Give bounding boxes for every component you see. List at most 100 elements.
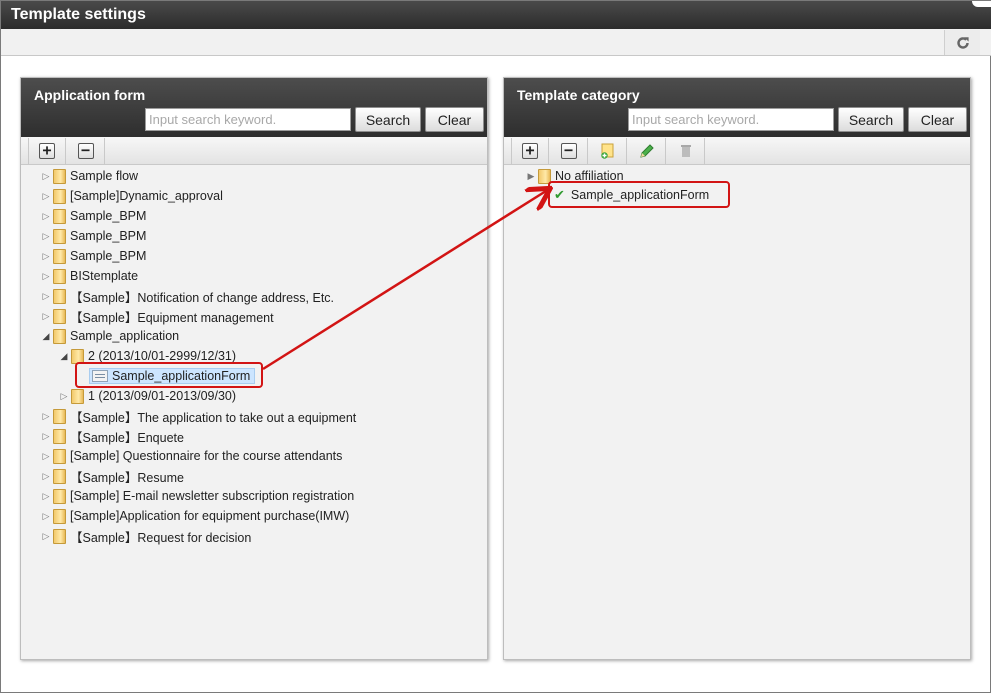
tree-node-label: Sample_application: [70, 329, 180, 343]
tree-node[interactable]: ▷ Sample flow: [41, 166, 138, 186]
window-titlebar: Template settings: [1, 1, 991, 29]
plus-icon: +: [39, 143, 55, 159]
tree-node[interactable]: ▷ Sample_BPM: [41, 206, 146, 226]
expand-arrow-icon[interactable]: ▷: [41, 471, 51, 482]
panel-header: Template category Search Clear: [504, 78, 970, 137]
tree-node[interactable]: ▷ BIStemplate: [41, 266, 138, 286]
tree-item[interactable]: Sample flow: [70, 169, 138, 183]
tree-node[interactable]: ▷ 1 (2013/09/01-2013/09/30): [59, 386, 236, 406]
expand-arrow-icon[interactable]: ▷: [41, 211, 51, 222]
expand-arrow-icon[interactable]: ▷: [41, 311, 51, 322]
expand-arrow-icon[interactable]: ▷: [41, 451, 51, 462]
clear-button[interactable]: Clear: [908, 107, 967, 132]
trash-icon: [680, 145, 691, 157]
collapse-all-button[interactable]: −: [67, 138, 105, 164]
expand-arrow-icon[interactable]: ▷: [41, 411, 51, 422]
expand-arrow-icon[interactable]: ▷: [41, 251, 51, 262]
tree-node[interactable]: ▷ 【Sample】Resume: [41, 466, 184, 486]
tree-node-label: Sample_BPM: [70, 229, 147, 243]
tree-node[interactable]: ▷ [Sample]Application for equipment purch…: [41, 506, 349, 526]
tree-node[interactable]: ▷ 【Sample】Equipment management: [41, 306, 274, 326]
clear-button[interactable]: Clear: [425, 107, 484, 132]
search-input[interactable]: [145, 108, 351, 131]
tree-node-label: [Sample]Dynamic_approval: [70, 189, 223, 203]
tree-node[interactable]: ▷ 【Sample】The application to take out a e…: [41, 406, 356, 426]
annotation-source-box: [75, 362, 263, 388]
expand-all-button[interactable]: +: [511, 138, 549, 164]
folder-icon: [53, 268, 66, 284]
folder-icon: [53, 188, 66, 204]
tree-item[interactable]: 1 (2013/09/01-2013/09/30): [88, 389, 236, 403]
tree-node-label: 【Sample】Notification of change address, …: [70, 290, 335, 305]
panel-header: Application form Search Clear: [21, 78, 487, 137]
template-settings-window: Template settings Application form Searc…: [0, 0, 991, 693]
tree-toolbar: + −: [21, 137, 487, 165]
folder-icon: [53, 448, 66, 464]
expand-arrow-icon[interactable]: ▷: [41, 271, 51, 282]
tree-node[interactable]: ▷ [Sample] Questionnaire for the course a…: [41, 446, 342, 466]
collapse-arrow-icon[interactable]: ◢: [41, 331, 51, 342]
tree-item[interactable]: Sample_application: [70, 329, 179, 343]
tree-item[interactable]: 【Sample】Request for decision: [70, 527, 251, 546]
expand-arrow-icon[interactable]: ▷: [41, 511, 51, 522]
expand-all-button[interactable]: +: [28, 138, 66, 164]
tree-node[interactable]: ▷ 【Sample】Enquete: [41, 426, 184, 446]
folder-icon: [53, 248, 66, 264]
expand-arrow-icon[interactable]: ▷: [41, 531, 51, 542]
folder-icon: [53, 228, 66, 244]
tree-item[interactable]: 【Sample】Notification of change address, …: [70, 287, 334, 306]
panel-title: Template category: [517, 87, 640, 103]
tree-node[interactable]: ▷ [Sample]Dynamic_approval: [41, 186, 223, 206]
tree-node-label: [Sample] E-mail newsletter subscription …: [70, 489, 355, 503]
top-toolbar: [1, 29, 991, 56]
tree-node-label: 【Sample】Request for decision: [70, 530, 252, 545]
tree-item[interactable]: [Sample]Application for equipment purcha…: [70, 509, 349, 523]
folder-icon: [53, 308, 66, 324]
tree-item[interactable]: [Sample]Dynamic_approval: [70, 189, 223, 203]
minus-icon: −: [77, 143, 94, 159]
tree-item[interactable]: Sample_BPM: [70, 209, 146, 223]
expand-arrow-icon[interactable]: ▷: [41, 231, 51, 242]
search-input[interactable]: [628, 108, 834, 131]
expand-arrow-icon[interactable]: ▶: [526, 171, 536, 182]
tree-node-label: 【Sample】Resume: [70, 470, 184, 485]
tree-item[interactable]: 【Sample】The application to take out a eq…: [70, 407, 356, 426]
tree-item[interactable]: 【Sample】Equipment management: [70, 307, 274, 326]
tree-item[interactable]: [Sample] E-mail newsletter subscription …: [70, 489, 354, 503]
tree-node[interactable]: ▷ 【Sample】Request for decision: [41, 526, 251, 546]
tree-item[interactable]: BIStemplate: [70, 269, 138, 283]
expand-arrow-icon[interactable]: ▷: [41, 171, 51, 182]
tree-item[interactable]: 【Sample】Enquete: [70, 427, 184, 446]
folder-icon: [53, 328, 66, 344]
tree-item[interactable]: Sample_BPM: [70, 249, 146, 263]
tree-node[interactable]: ▷ [Sample] E-mail newsletter subscription…: [41, 486, 354, 506]
new-category-button[interactable]: [589, 138, 627, 164]
tree-node-label: [Sample]Application for equipment purcha…: [70, 509, 350, 523]
expand-arrow-icon[interactable]: ▷: [41, 291, 51, 302]
tree-item[interactable]: 2 (2013/10/01-2999/12/31): [88, 349, 236, 363]
tree-node[interactable]: ◢ Sample_application: [41, 326, 179, 346]
template-category-panel: Template category Search Clear + −: [503, 77, 971, 660]
tree-node[interactable]: ▷ Sample_BPM: [41, 226, 146, 246]
expand-arrow-icon[interactable]: ▷: [41, 191, 51, 202]
expand-arrow-icon[interactable]: ▷: [41, 431, 51, 442]
collapse-all-button[interactable]: −: [550, 138, 588, 164]
search-button[interactable]: Search: [355, 107, 421, 132]
window-title: Template settings: [11, 6, 146, 23]
edit-category-button[interactable]: [628, 138, 666, 164]
tree-item[interactable]: Sample_BPM: [70, 229, 146, 243]
expand-arrow-icon[interactable]: ▷: [59, 391, 69, 402]
search-button[interactable]: Search: [838, 107, 904, 132]
tree-node[interactable]: ▷ 【Sample】Notification of change address,…: [41, 286, 334, 306]
tree-item[interactable]: [Sample] Questionnaire for the course at…: [70, 449, 342, 463]
tree-node-label: Sample_BPM: [70, 249, 147, 263]
tree-node-label: Sample flow: [70, 169, 139, 183]
expand-arrow-icon[interactable]: ▷: [41, 491, 51, 502]
tree-node[interactable]: ▷ Sample_BPM: [41, 246, 146, 266]
delete-category-button[interactable]: [667, 138, 705, 164]
folder-icon: [71, 388, 84, 404]
collapse-arrow-icon[interactable]: ◢: [59, 351, 69, 362]
tree-item[interactable]: 【Sample】Resume: [70, 467, 184, 486]
reload-button[interactable]: [944, 30, 980, 55]
tree-node-label: BIStemplate: [70, 269, 139, 283]
